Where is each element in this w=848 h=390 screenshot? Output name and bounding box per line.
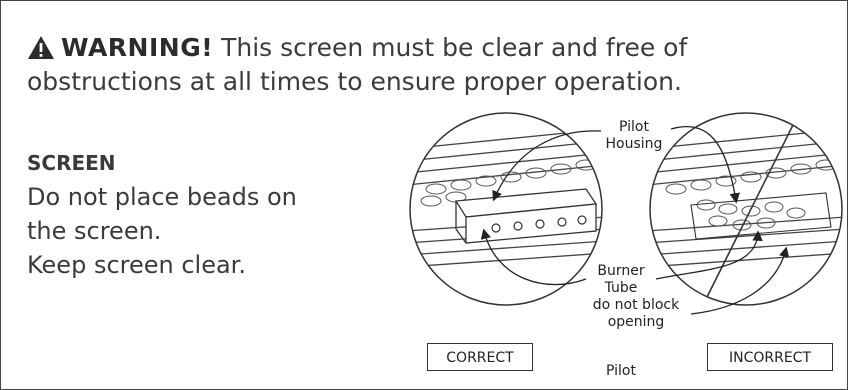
- pilot-housing-line-2: Housing: [605, 136, 663, 152]
- instruction-line-1: Do not place beads on: [27, 183, 297, 211]
- do-not-block-label: do not block opening: [576, 297, 696, 331]
- warning-line-1: WARNING! This screen must be clear and f…: [27, 31, 817, 68]
- instruction-line-3: Keep screen clear.: [27, 251, 246, 279]
- burner-tube-label: Burner Tube: [586, 263, 656, 297]
- pilot-label: Pilot: [606, 363, 636, 379]
- do-not-block-line-2: opening: [607, 314, 665, 330]
- correct-label: CORRECT: [427, 343, 533, 371]
- instruction-line-2: the screen.: [27, 217, 162, 245]
- do-not-block-line-1: do not block: [592, 297, 680, 313]
- warning-panel: WARNING! This screen must be clear and f…: [0, 0, 848, 390]
- incorrect-label: INCORRECT: [707, 343, 833, 371]
- burner-tube-line-2: Tube: [604, 280, 638, 296]
- pilot-housing-label: Pilot Housing: [599, 119, 669, 153]
- warning-title: WARNING!: [61, 33, 214, 62]
- pilot-housing-line-1: Pilot: [619, 119, 649, 135]
- warning-text-2: obstructions at all times to ensure prop…: [27, 67, 682, 96]
- incorrect-illustration: [650, 113, 842, 305]
- warning-triangle-icon: [27, 35, 55, 68]
- burner-tube-line-1: Burner: [597, 263, 645, 279]
- warning-text-1: This screen must be clear and free of: [221, 33, 688, 62]
- screen-heading: SCREEN: [27, 151, 116, 175]
- correct-illustration: [410, 113, 602, 305]
